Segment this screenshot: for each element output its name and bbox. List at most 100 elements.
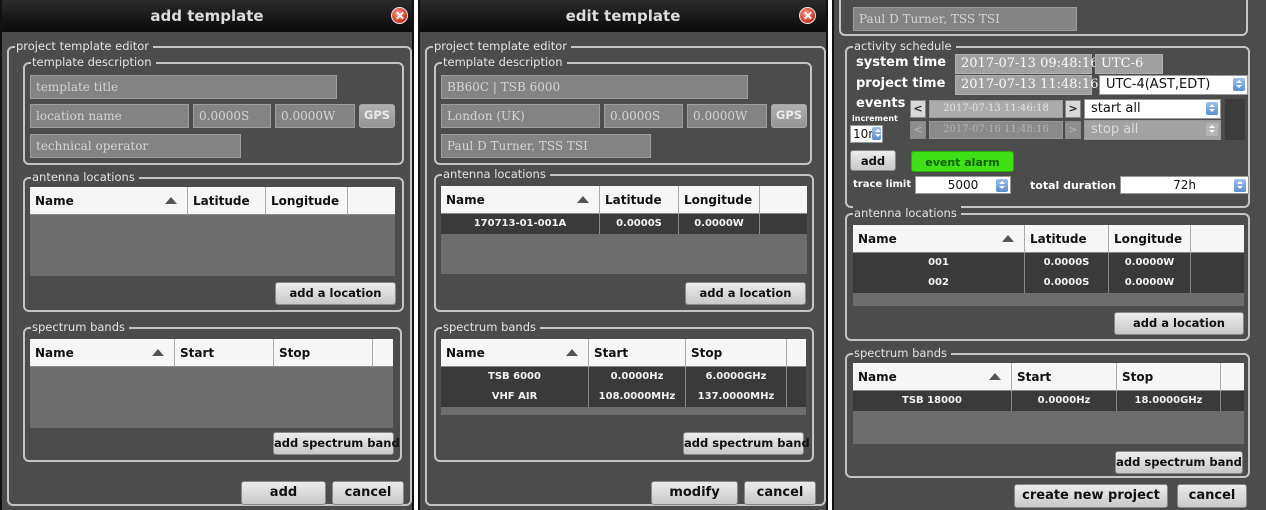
cell-longitude: 0.0000W: [679, 214, 760, 234]
dropdown-arrow-icon: [1233, 78, 1245, 91]
table-row[interactable]: 170713-01-001A 0.0000S 0.0000W: [441, 214, 807, 234]
template-title-field[interactable]: template title: [30, 75, 337, 99]
latitude-field[interactable]: 0.0000S: [604, 104, 683, 128]
column-name[interactable]: Name: [853, 363, 1012, 391]
cell-latitude: 0.0000S: [1025, 253, 1109, 273]
edit-template-dialog: edit template project template editor te…: [418, 0, 828, 510]
location-name-field[interactable]: location name: [30, 104, 189, 128]
column-start[interactable]: Start: [589, 339, 686, 367]
add-spectrum-band-button[interactable]: add spectrum band: [1115, 451, 1243, 474]
event-stop-prev-button[interactable]: <: [910, 121, 926, 139]
group-label: spectrum bands: [442, 320, 540, 334]
column-name[interactable]: Name: [30, 339, 175, 367]
table-row[interactable]: 001 0.0000S 0.0000W: [853, 253, 1244, 273]
add-location-button[interactable]: add a location: [685, 282, 806, 305]
spectrum-table: Name Start Stop TSB 6000 0.0000Hz 6.0000…: [441, 339, 806, 415]
cancel-button[interactable]: cancel: [1177, 484, 1247, 508]
cell-longitude: 0.0000W: [1109, 273, 1191, 293]
create-new-project-button[interactable]: create new project: [1014, 484, 1168, 508]
dropdown-arrow-icon: [1234, 179, 1246, 192]
add-button[interactable]: add: [241, 481, 326, 505]
add-location-button[interactable]: add a location: [1114, 312, 1244, 335]
technical-operator-field[interactable]: Paul D Turner, TSS TSI: [441, 134, 651, 158]
column-stop[interactable]: Stop: [274, 339, 373, 367]
sort-up-icon: [566, 349, 578, 356]
start-action-select[interactable]: start all: [1084, 99, 1221, 119]
close-icon[interactable]: [799, 7, 816, 24]
total-duration-select[interactable]: 72h: [1120, 176, 1249, 194]
antenna-table: Name Latitude Longitude 170713-01-001A 0…: [441, 186, 807, 274]
project-timezone-select[interactable]: UTC-4(AST,EDT): [1099, 75, 1248, 95]
event-stop-next-button[interactable]: >: [1065, 121, 1081, 139]
column-longitude[interactable]: Longitude: [266, 187, 348, 215]
column-start[interactable]: Start: [1012, 363, 1117, 391]
stop-action-select[interactable]: stop all: [1084, 120, 1221, 140]
table-row[interactable]: 002 0.0000S 0.0000W: [853, 273, 1244, 293]
column-longitude[interactable]: Longitude: [679, 186, 760, 214]
location-name-field[interactable]: London (UK): [441, 104, 600, 128]
close-icon[interactable]: [391, 7, 408, 24]
table-row[interactable]: TSB 18000 0.0000Hz 18.0000GHz: [853, 391, 1244, 411]
group-label: activity schedule: [853, 39, 956, 53]
system-time-label: system time: [856, 55, 947, 70]
antenna-table: Name Latitude Longitude 001 0.0000S 0.00…: [853, 225, 1244, 306]
event-start-prev-button[interactable]: <: [910, 100, 926, 118]
template-title-field[interactable]: BB60C | TSB 6000: [441, 75, 748, 99]
column-start[interactable]: Start: [175, 339, 274, 367]
group-label: antenna locations: [31, 170, 139, 184]
cancel-button[interactable]: cancel: [332, 481, 404, 505]
dropdown-arrow-icon: [1206, 102, 1218, 115]
sort-up-icon: [152, 349, 164, 356]
sort-up-icon: [577, 196, 589, 203]
table-row[interactable]: VHF AIR 108.0000MHz 137.0000MHz: [441, 387, 806, 407]
modify-button[interactable]: modify: [651, 481, 738, 505]
column-stop[interactable]: Stop: [686, 339, 787, 367]
group-label: antenna locations: [853, 206, 961, 220]
cancel-button[interactable]: cancel: [744, 481, 816, 505]
dropdown-arrow-icon: [1206, 123, 1218, 136]
column-longitude[interactable]: Longitude: [1109, 225, 1191, 253]
new-project-dialog: Paul D Turner, TSS TSI activity schedule…: [832, 0, 1266, 510]
technical-operator-field[interactable]: technical operator: [30, 134, 241, 158]
gps-button[interactable]: GPS: [359, 104, 395, 128]
latitude-field[interactable]: 0.0000S: [193, 104, 271, 128]
add-event-button[interactable]: add: [850, 150, 896, 171]
event-start-next-button[interactable]: >: [1065, 100, 1081, 118]
cell-stop: 137.0000MHz: [686, 387, 787, 407]
total-duration-label: total duration: [1030, 179, 1117, 192]
longitude-field[interactable]: 0.0000W: [275, 104, 355, 128]
column-name[interactable]: Name: [853, 225, 1025, 253]
group-label: antenna locations: [442, 167, 550, 181]
longitude-field[interactable]: 0.0000W: [687, 104, 767, 128]
dropdown-arrow-icon: [996, 179, 1008, 192]
column-latitude[interactable]: Latitude: [188, 187, 266, 215]
event-list-scrollbar[interactable]: [1225, 99, 1245, 140]
column-name[interactable]: Name: [441, 186, 600, 214]
cell-name: 001: [853, 253, 1025, 273]
add-location-button[interactable]: add a location: [275, 282, 396, 305]
column-name[interactable]: Name: [30, 187, 188, 215]
column-name[interactable]: Name: [441, 339, 589, 367]
add-spectrum-band-button[interactable]: add spectrum band: [683, 432, 810, 455]
add-spectrum-band-button[interactable]: add spectrum band: [273, 432, 400, 455]
event-alarm-button[interactable]: event alarm: [911, 151, 1014, 172]
cell-name: VHF AIR: [441, 387, 589, 407]
technical-operator-field[interactable]: Paul D Turner, TSS TSI: [853, 7, 1077, 31]
system-time-field: 2017-07-13 09:48:16: [955, 54, 1098, 74]
event-start-field[interactable]: 2017-07-13 11:46:18: [929, 100, 1063, 118]
spectrum-table: Name Start Stop TSB 18000 0.0000Hz 18.00…: [853, 363, 1244, 444]
table-row[interactable]: TSB 6000 0.0000Hz 6.0000GHz: [441, 367, 806, 387]
column-latitude[interactable]: Latitude: [600, 186, 679, 214]
column-latitude[interactable]: Latitude: [1025, 225, 1109, 253]
gps-button[interactable]: GPS: [771, 104, 807, 128]
trace-limit-select[interactable]: 5000: [915, 176, 1011, 194]
column-stop[interactable]: Stop: [1117, 363, 1221, 391]
project-time-field[interactable]: 2017-07-13 11:48:16: [955, 75, 1098, 95]
cell-latitude: 0.0000S: [600, 214, 679, 234]
sort-up-icon: [1002, 235, 1014, 242]
cell-name: TSB 6000: [441, 367, 589, 387]
group-label: spectrum bands: [853, 346, 951, 360]
table-header: Name Start Stop: [853, 363, 1244, 391]
event-stop-field[interactable]: 2017-07-16 11:48:16: [929, 121, 1063, 139]
increment-select[interactable]: 10m: [850, 125, 883, 143]
